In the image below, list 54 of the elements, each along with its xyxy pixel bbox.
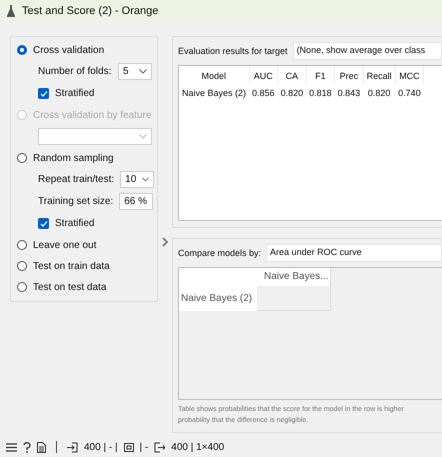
column-header[interactable]: MCC bbox=[395, 66, 424, 85]
chevron-right-icon[interactable] bbox=[162, 236, 168, 246]
field-label: Training set size: bbox=[38, 196, 114, 207]
radio-button[interactable] bbox=[17, 261, 27, 271]
row-header: Naive Bayes (2) bbox=[179, 286, 257, 311]
radio-label[interactable]: Random sampling bbox=[33, 152, 114, 164]
radio-button[interactable] bbox=[17, 282, 27, 292]
input-icon[interactable] bbox=[67, 442, 78, 452]
column-header[interactable]: F1 bbox=[306, 66, 335, 85]
table-cell: 0.820 bbox=[363, 85, 396, 101]
checkbox[interactable] bbox=[38, 218, 49, 229]
column-header[interactable]: Recall bbox=[363, 66, 396, 85]
radio-label[interactable]: Test on train data bbox=[33, 260, 110, 272]
target-dropdown[interactable]: (None, show average over class bbox=[292, 42, 442, 60]
radio-label[interactable]: Cross validation bbox=[33, 44, 104, 56]
compare-label: Compare models by: bbox=[178, 248, 262, 258]
radio-button[interactable] bbox=[17, 153, 27, 163]
table-icon[interactable] bbox=[124, 442, 134, 452]
input-count: 400 | - | bbox=[84, 442, 118, 452]
help-icon[interactable] bbox=[23, 442, 31, 452]
field-label: Number of folds: bbox=[38, 66, 112, 77]
document-icon[interactable] bbox=[37, 442, 46, 452]
output-count: 400 | 1×400 bbox=[171, 442, 224, 452]
radio-button[interactable] bbox=[17, 240, 27, 250]
dropdown[interactable]: 5 bbox=[118, 63, 152, 80]
checkbox-label[interactable]: Stratified bbox=[55, 88, 94, 99]
column-header[interactable]: Model bbox=[179, 66, 250, 85]
table-cell: 0.740 bbox=[395, 85, 424, 101]
column-header[interactable]: CA bbox=[278, 66, 306, 85]
table-cell: 0.818 bbox=[306, 85, 335, 101]
table-cell: 0.856 bbox=[249, 85, 278, 101]
radio-label[interactable]: Leave one out bbox=[33, 240, 96, 250]
output-icon[interactable] bbox=[154, 442, 166, 452]
compare-dropdown[interactable]: Area under ROC curve bbox=[266, 244, 442, 262]
table-cell: 0.820 bbox=[278, 85, 306, 101]
dropdown[interactable]: 10 bbox=[120, 171, 154, 188]
target-label: Evaluation results for target bbox=[178, 46, 288, 56]
radio-button[interactable] bbox=[17, 45, 27, 55]
caret-icon[interactable] bbox=[139, 69, 147, 74]
dropdown[interactable]: 66 % bbox=[119, 193, 154, 210]
window-title: Test and Score (2) - Orange bbox=[22, 5, 158, 17]
checkbox[interactable] bbox=[38, 88, 49, 99]
table-cell: 0.843 bbox=[334, 85, 364, 101]
column-header: Naive Bayes... bbox=[257, 268, 331, 286]
column-header[interactable]: Prec bbox=[334, 66, 364, 85]
status-text: | - bbox=[140, 442, 148, 452]
column-header[interactable]: AUC bbox=[249, 66, 278, 85]
table-cell: Naive Bayes (2) bbox=[179, 85, 250, 101]
menu-icon[interactable] bbox=[6, 442, 17, 452]
caret-icon[interactable] bbox=[142, 177, 150, 182]
checkbox-label[interactable]: Stratified bbox=[55, 218, 94, 229]
radio-label[interactable]: Test on test data bbox=[33, 282, 106, 292]
field-label: Repeat train/test: bbox=[38, 174, 114, 185]
flask-icon bbox=[7, 5, 15, 17]
